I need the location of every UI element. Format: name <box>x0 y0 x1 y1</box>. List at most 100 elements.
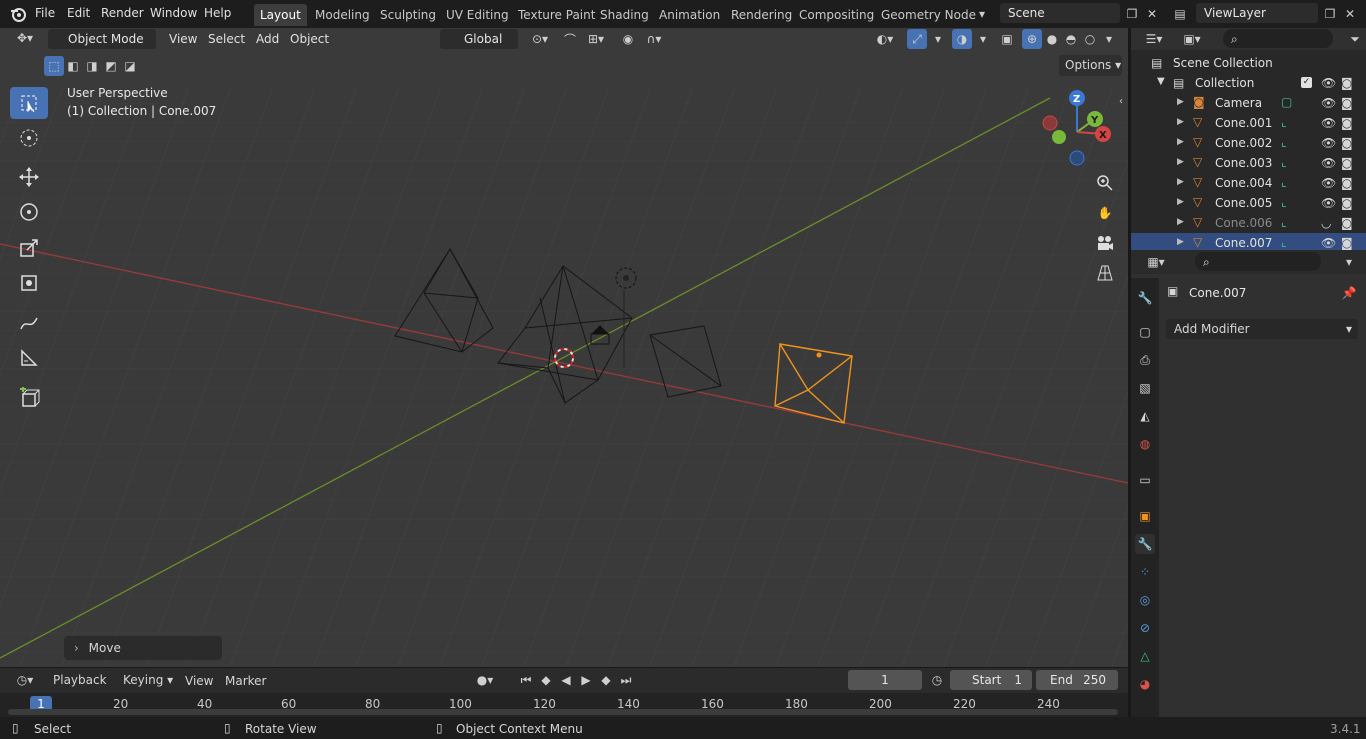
constraints-tab-icon[interactable]: ⊘ <box>1135 618 1155 638</box>
expand-arrow-icon[interactable]: ▶ <box>1177 97 1184 107</box>
mesh-data-icon[interactable]: ⌞ <box>1281 215 1287 229</box>
solid-shading-icon[interactable]: ● <box>1042 29 1062 49</box>
blender-logo-icon[interactable] <box>9 5 27 23</box>
viewport-menu-view[interactable]: View <box>169 32 197 46</box>
visibility-icon[interactable]: ◐▾ <box>872 29 898 49</box>
viewport-menu-add[interactable]: Add <box>256 32 279 46</box>
expand-arrow-icon[interactable]: ▶ <box>1177 137 1184 147</box>
transform-tool[interactable] <box>10 267 48 299</box>
rotate-tool[interactable] <box>10 196 48 228</box>
select-intersect-icon[interactable]: ◪ <box>120 56 140 76</box>
select-subtract-icon[interactable]: ◨ <box>82 56 102 76</box>
render-camera-icon[interactable]: ◙ <box>1341 116 1353 130</box>
xray-toggle-icon[interactable]: ▣ <box>997 29 1017 49</box>
zoom-icon[interactable] <box>1094 172 1116 194</box>
measure-tool[interactable] <box>10 342 48 374</box>
scale-tool[interactable] <box>10 232 48 264</box>
tab-animation[interactable]: Animation <box>653 4 726 26</box>
eye-icon[interactable]: 👁 <box>1321 176 1336 190</box>
wireframe-shading-icon[interactable]: ⊕ <box>1022 29 1042 49</box>
particles-tab-icon[interactable]: ⁘ <box>1135 562 1155 582</box>
auto-keying-icon[interactable]: ●▾ <box>470 670 500 690</box>
view-layer-field[interactable]: ViewLayer <box>1196 3 1318 23</box>
tab-uv-editing[interactable]: UV Editing <box>440 4 515 26</box>
camera-data-icon[interactable]: ▢ <box>1281 95 1292 109</box>
select-new-icon[interactable]: ⬚ <box>44 56 64 76</box>
mesh-data-icon[interactable]: ⌞ <box>1281 115 1287 129</box>
eye-icon[interactable]: ◡ <box>1321 216 1331 230</box>
render-camera-icon[interactable]: ◙ <box>1341 156 1353 170</box>
menu-render[interactable]: Render <box>101 6 144 20</box>
play-icon[interactable]: ▶ <box>576 670 596 690</box>
eye-icon[interactable]: 👁 <box>1321 156 1336 170</box>
render-tab-icon[interactable]: ▢ <box>1135 322 1155 342</box>
object-tab-icon[interactable]: ▣ <box>1135 506 1155 526</box>
filter-icon[interactable]: ⏷ <box>1345 29 1365 49</box>
properties-options-icon[interactable]: ▾ <box>1339 252 1359 272</box>
eye-icon[interactable]: 👁 <box>1321 96 1336 110</box>
tab-modeling[interactable]: Modeling <box>309 4 376 26</box>
options-dropdown[interactable]: Options ▾ <box>1059 55 1122 76</box>
tab-compositing[interactable]: Compositing <box>793 4 880 26</box>
pivot-point-icon[interactable]: ⊙▾ <box>526 29 554 49</box>
outliner-item[interactable]: ▶ ▽ Cone.003 ⌞ 👁 ◙ <box>1131 153 1366 173</box>
tab-layout[interactable]: Layout <box>254 4 307 26</box>
current-frame-field[interactable]: 1 <box>848 670 922 690</box>
start-frame-field[interactable]: Start 1 <box>950 670 1032 690</box>
output-tab-icon[interactable]: ⎙ <box>1135 350 1155 370</box>
eye-icon[interactable]: 👁 <box>1321 136 1336 150</box>
gizmo-toggle-icon[interactable]: ⤢ <box>907 29 927 49</box>
falloff-icon[interactable]: ∩▾ <box>640 29 668 49</box>
viewport-menu-object[interactable]: Object <box>290 32 329 46</box>
jump-end-icon[interactable]: ⏭ <box>616 670 636 690</box>
properties-search-input[interactable]: ⌕ <box>1195 252 1321 271</box>
render-camera-icon[interactable]: ◙ <box>1341 136 1353 150</box>
outliner-scene-collection[interactable]: ▤ Scene Collection <box>1131 53 1366 73</box>
scene-selector-icon[interactable]: ▾ <box>972 4 992 24</box>
expand-arrow-icon[interactable]: ▶ <box>1177 157 1184 167</box>
physics-tab-icon[interactable]: ◎ <box>1135 590 1155 610</box>
overlay-toggle-icon[interactable]: ◑ <box>952 29 972 49</box>
menu-file[interactable]: File <box>35 6 55 20</box>
scene-field[interactable]: Scene <box>1000 3 1120 23</box>
rendered-shading-icon[interactable]: ○ <box>1080 29 1100 49</box>
timeline-scrollbar[interactable] <box>8 709 1118 715</box>
render-camera-icon[interactable]: ◙ <box>1341 216 1353 230</box>
select-extend-icon[interactable]: ◧ <box>63 56 83 76</box>
sidebar-toggle-icon[interactable]: ‹ <box>1114 91 1128 111</box>
render-camera-icon[interactable]: ◙ <box>1341 236 1353 250</box>
outliner-search-input[interactable]: ⌕ <box>1223 29 1333 48</box>
expand-arrow-icon[interactable]: ▶ <box>1177 177 1184 187</box>
select-box-tool[interactable] <box>10 87 48 119</box>
mesh-data-icon[interactable]: ⌞ <box>1281 195 1287 209</box>
timeline-menu-marker[interactable]: Marker <box>225 674 266 688</box>
close-scene-icon[interactable]: ✕ <box>1142 4 1162 24</box>
gizmo-neg-y[interactable] <box>1052 130 1066 144</box>
expand-arrow-icon[interactable]: ▶ <box>1177 117 1184 127</box>
render-camera-icon[interactable]: ◙ <box>1341 176 1353 190</box>
snap-toggle-icon[interactable]: ⌒ <box>560 29 580 49</box>
timeline-menu-view[interactable]: View <box>185 674 213 688</box>
data-tab-icon[interactable]: △ <box>1135 646 1155 666</box>
material-tab-icon[interactable]: ◕ <box>1135 674 1155 694</box>
eye-icon[interactable]: 👁 <box>1321 196 1336 210</box>
pin-icon[interactable]: 📌 <box>1339 283 1359 303</box>
outliner-item[interactable]: ▶ ▽ Cone.006 ⌞ ◡ ◙ <box>1131 213 1366 233</box>
scene-tab-icon[interactable]: ◭ <box>1135 406 1155 426</box>
render-camera-icon[interactable]: ◙ <box>1341 196 1353 210</box>
orientation-dropdown[interactable]: Global <box>440 29 518 49</box>
add-cube-tool[interactable] <box>10 382 48 414</box>
outliner-item[interactable]: ▶ ▽ Cone.004 ⌞ 👁 ◙ <box>1131 173 1366 193</box>
properties-editor-type-icon[interactable]: ▦▾ <box>1141 252 1171 272</box>
editor-type-icon[interactable]: ✥▾ <box>10 28 40 48</box>
tool-tab-icon[interactable]: 🔧 <box>1135 288 1155 308</box>
new-scene-icon[interactable]: ❐ <box>1122 4 1142 24</box>
new-view-layer-icon[interactable]: ❐ <box>1320 4 1340 24</box>
close-view-layer-icon[interactable]: ✕ <box>1340 4 1360 24</box>
expand-arrow-icon[interactable]: ▶ <box>1177 217 1184 227</box>
expand-arrow-icon[interactable]: ▶ <box>1177 197 1184 207</box>
menu-edit[interactable]: Edit <box>67 6 90 20</box>
navigation-gizmo[interactable]: Z Y X <box>1036 86 1116 166</box>
next-keyframe-icon[interactable]: ◆ <box>596 670 616 690</box>
select-invert-icon[interactable]: ◩ <box>101 56 121 76</box>
